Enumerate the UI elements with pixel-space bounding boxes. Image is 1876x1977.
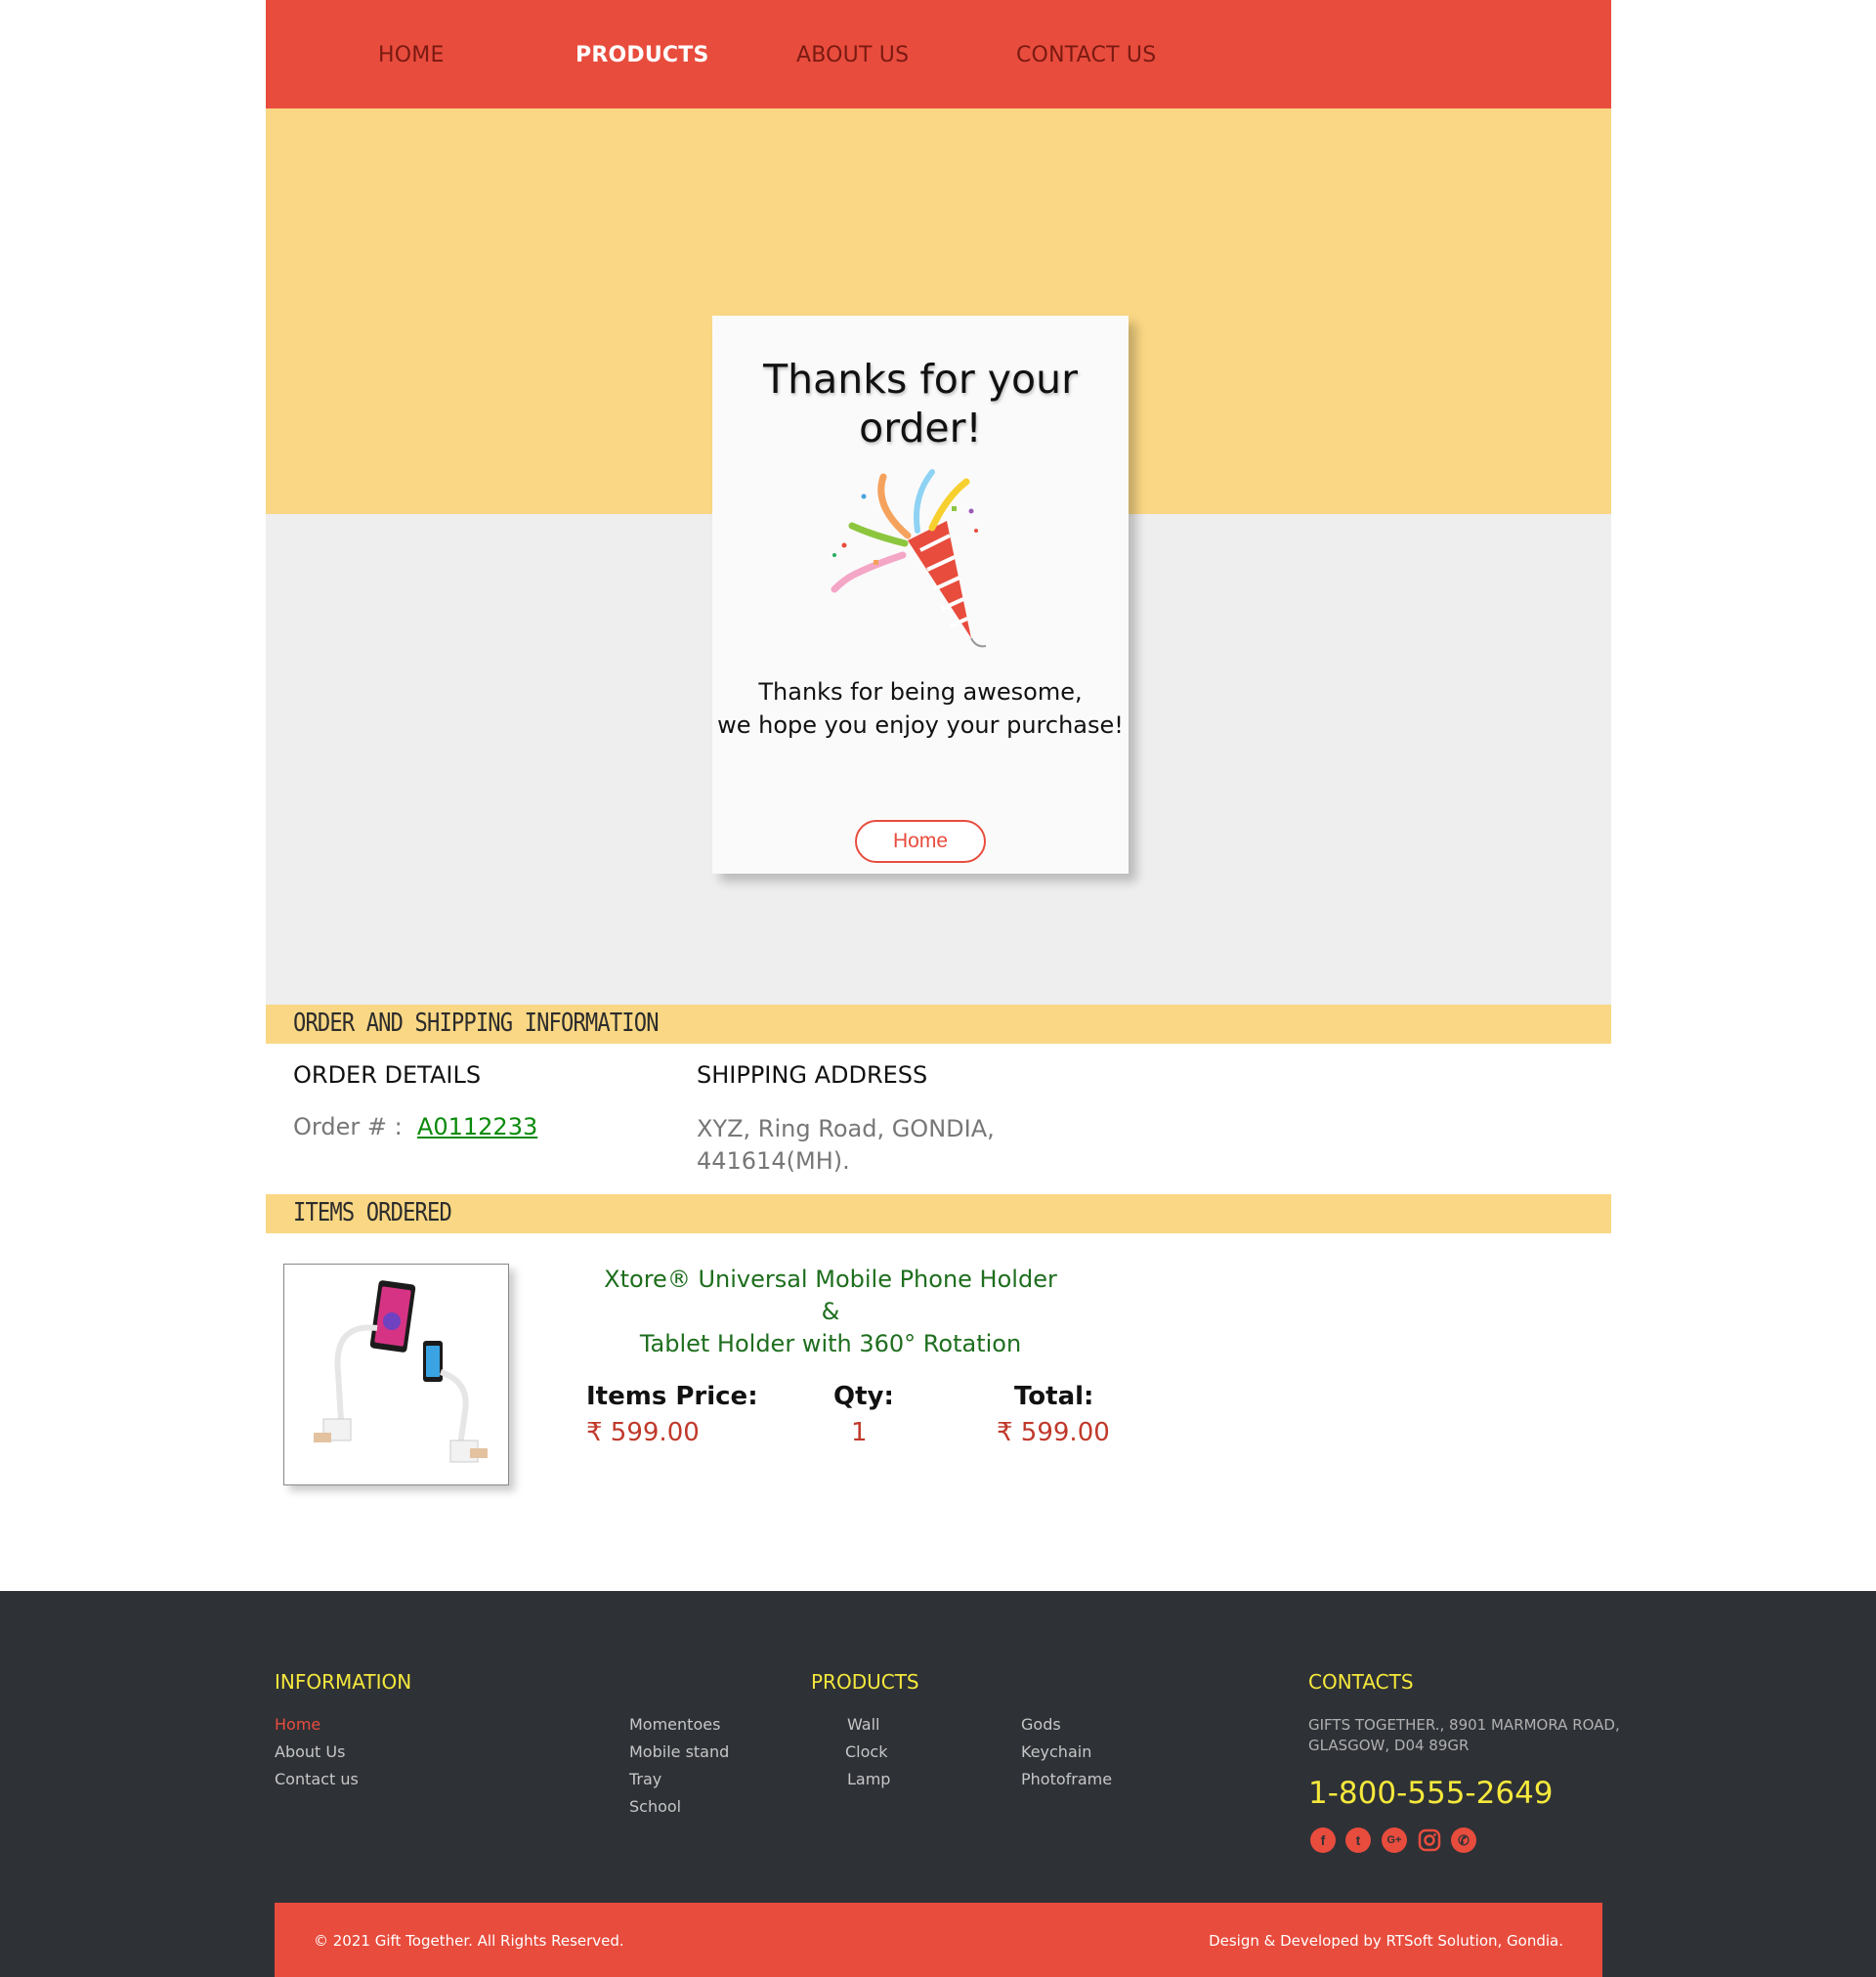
footer-product-mobile-stand[interactable]: Mobile stand bbox=[629, 1742, 729, 1761]
nav-contact[interactable]: CONTACT US bbox=[1016, 43, 1156, 67]
footer-product-clock[interactable]: Clock bbox=[845, 1742, 887, 1761]
product-name-line1: Xtore® Universal Mobile Phone Holder & bbox=[604, 1266, 1057, 1325]
phone-holder-image bbox=[314, 1280, 488, 1463]
shipping-address: XYZ, Ring Road, GONDIA, 441614(MH). bbox=[697, 1113, 995, 1178]
nav-about[interactable]: ABOUT US bbox=[796, 43, 909, 67]
total-value: ₹ 599.00 bbox=[997, 1418, 1110, 1447]
footer-product-gods[interactable]: Gods bbox=[1021, 1715, 1061, 1734]
footer-contacts-heading: CONTACTS bbox=[1308, 1670, 1414, 1694]
footer-product-keychain[interactable]: Keychain bbox=[1021, 1742, 1091, 1761]
order-number-label: Order # : bbox=[293, 1113, 403, 1140]
footer-information-heading: INFORMATION bbox=[275, 1670, 412, 1694]
footer-link-about[interactable]: About Us bbox=[275, 1742, 345, 1761]
nav-home[interactable]: HOME bbox=[378, 43, 445, 67]
nav-products[interactable]: PRODUCTS bbox=[576, 43, 709, 67]
thank-you-message: Thanks for being awesome, we hope you en… bbox=[712, 675, 1129, 742]
footer-address: GIFTS TOGETHER., 8901 MARMORA ROAD, GLAS… bbox=[1308, 1716, 1620, 1754]
product-name-line2: Tablet Holder with 360° Rotation bbox=[639, 1330, 1022, 1357]
twitter-icon[interactable]: t bbox=[1345, 1827, 1371, 1853]
top-nav: HOME PRODUCTS ABOUT US CONTACT US bbox=[266, 0, 1611, 108]
facebook-icon[interactable]: f bbox=[1310, 1827, 1336, 1853]
thank-you-card: Thanks for your order! Thanks for being … bbox=[712, 316, 1129, 874]
order-details-heading: ORDER DETAILS bbox=[293, 1061, 482, 1089]
items-ordered-heading: ITEMS ORDERED bbox=[293, 1198, 452, 1227]
order-number-link[interactable]: A0112233 bbox=[417, 1113, 537, 1140]
order-shipping-bar: ORDER AND SHIPPING INFORMATION bbox=[266, 1005, 1611, 1044]
qty-value: 1 bbox=[851, 1418, 868, 1447]
order-shipping-heading: ORDER AND SHIPPING INFORMATION bbox=[293, 1009, 660, 1038]
thank-you-message-line2: we hope you enjoy your purchase! bbox=[717, 711, 1124, 739]
footer-product-momentoes[interactable]: Momentoes bbox=[629, 1715, 720, 1734]
copyright-text: © 2021 Gift Together. All Rights Reserve… bbox=[314, 1932, 624, 1950]
footer-product-school[interactable]: School bbox=[629, 1797, 681, 1816]
thank-you-title: Thanks for your order! bbox=[763, 356, 1078, 451]
home-button[interactable]: Home bbox=[855, 820, 986, 863]
thank-you-message-line1: Thanks for being awesome, bbox=[758, 678, 1083, 706]
footer-products-heading: PRODUCTS bbox=[811, 1670, 919, 1694]
total-label: Total: bbox=[1014, 1382, 1094, 1411]
items-price-label: Items Price: bbox=[586, 1382, 758, 1411]
footer-product-lamp[interactable]: Lamp bbox=[847, 1770, 890, 1788]
google-plus-icon[interactable]: G+ bbox=[1382, 1827, 1407, 1853]
footer-product-photoframe[interactable]: Photoframe bbox=[1021, 1770, 1112, 1788]
footer-link-home[interactable]: Home bbox=[275, 1715, 320, 1734]
footer-link-contact[interactable]: Contact us bbox=[275, 1770, 359, 1788]
product-name[interactable]: Xtore® Universal Mobile Phone Holder & T… bbox=[596, 1264, 1065, 1360]
items-ordered-bar: ITEMS ORDERED bbox=[266, 1194, 1611, 1233]
product-image[interactable] bbox=[283, 1264, 509, 1485]
page: HOME PRODUCTS ABOUT US CONTACT US Thanks… bbox=[0, 0, 1876, 1977]
address-line2: 441614(MH). bbox=[697, 1147, 850, 1175]
shipping-address-heading: SHIPPING ADDRESS bbox=[697, 1061, 928, 1089]
whatsapp-icon[interactable]: ✆ bbox=[1451, 1827, 1476, 1853]
items-price-value: ₹ 599.00 bbox=[586, 1418, 700, 1447]
instagram-icon[interactable] bbox=[1417, 1827, 1442, 1853]
footer-product-tray[interactable]: Tray bbox=[629, 1770, 661, 1788]
address-line1: XYZ, Ring Road, GONDIA, bbox=[697, 1115, 995, 1142]
developer-credit: Design & Developed by RTSoft Solution, G… bbox=[1209, 1932, 1563, 1950]
qty-label: Qty: bbox=[833, 1382, 894, 1411]
footer-phone[interactable]: 1-800-555-2649 bbox=[1308, 1776, 1554, 1811]
footer-product-wall[interactable]: Wall bbox=[847, 1715, 880, 1734]
order-number-line: Order # : A0112233 bbox=[293, 1113, 537, 1140]
party-popper-icon bbox=[831, 469, 987, 648]
copyright-bar: © 2021 Gift Together. All Rights Reserve… bbox=[275, 1903, 1602, 1977]
